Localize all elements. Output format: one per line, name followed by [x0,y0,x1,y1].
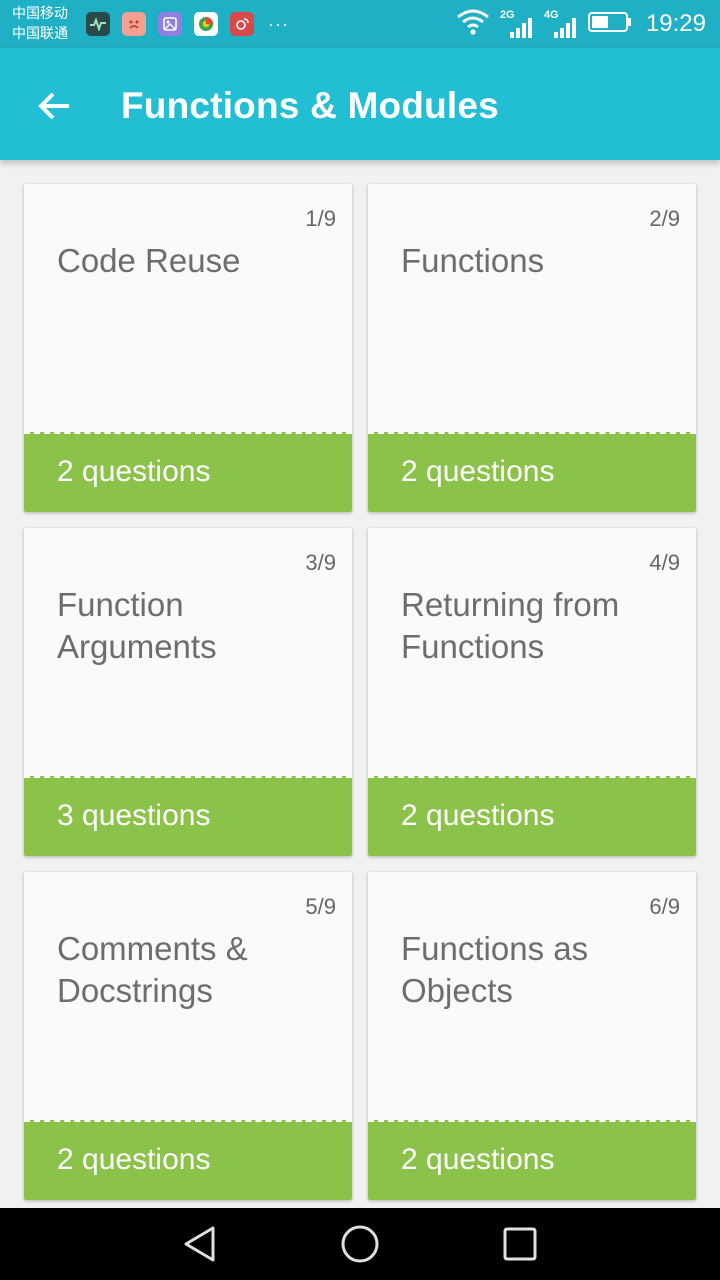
nav-back-button[interactable] [180,1224,220,1264]
back-button[interactable] [30,82,78,130]
lesson-number: 6/9 [649,894,680,919]
carrier-1: 中国移动 [12,6,68,22]
lesson-footer: 2 questions [24,1120,352,1200]
wifi-icon [456,8,490,41]
gallery-app-icon [158,12,182,36]
lesson-card-5[interactable]: 5/9 Comments & Docstrings 2 questions [24,872,352,1200]
signal-2g: 2G [500,9,534,38]
notification-icons: ··· [86,12,289,36]
lesson-footer: 2 questions [368,776,696,856]
question-count: 2 questions [401,455,555,488]
page-title: Functions & Modules [121,85,499,126]
system-indicators: 2G 4G 19:29 [456,6,706,42]
lesson-footer: 2 questions [24,432,352,512]
weibo-app-icon [230,12,254,36]
lesson-number: 3/9 [305,550,336,575]
app-bar: Functions & Modules [0,48,720,160]
clock: 19:29 [645,10,706,37]
question-count: 2 questions [57,455,211,488]
carrier-2: 中国联通 [12,26,68,42]
activity-app-icon [86,12,110,36]
lesson-grid: 1/9 Code Reuse 2 questions 2/9 Functions… [24,184,696,1200]
lesson-card-4[interactable]: 4/9 Returning from Functions 2 questions [368,528,696,856]
lesson-footer: 2 questions [368,432,696,512]
back-triangle-icon [184,1226,215,1262]
nav-home-button[interactable] [340,1224,380,1264]
lesson-card-2[interactable]: 2/9 Functions 2 questions [368,184,696,512]
question-count: 2 questions [401,799,555,832]
question-count: 3 questions [57,799,211,832]
more-notifications-indicator: ··· [268,14,289,34]
signal-bars-icon [553,18,576,38]
lesson-footer: 2 questions [368,1120,696,1200]
lesson-number: 2/9 [649,206,680,231]
sad-face-app-icon [122,12,146,36]
lesson-title: Returning from Functions [401,586,620,665]
browser-app-icon [194,12,218,36]
lesson-footer: 3 questions [24,776,352,856]
lesson-number: 1/9 [305,206,336,231]
signal-bars-icon [509,18,532,38]
lesson-number: 4/9 [649,550,680,575]
arrow-left-icon [38,92,69,120]
lesson-card-1[interactable]: 1/9 Code Reuse 2 questions [24,184,352,512]
lesson-title: Code Reuse [57,242,241,279]
home-circle-icon [341,1225,379,1263]
signal-4g: 4G [544,9,578,38]
recents-square-icon [503,1227,537,1261]
battery-icon [587,11,632,38]
carrier-names: 中国移动 中国联通 [12,4,68,44]
lesson-title: Functions [401,242,545,279]
lesson-number: 5/9 [305,894,336,919]
lesson-title: Comments & Docstrings [57,930,248,1009]
nav-recents-button[interactable] [500,1224,540,1264]
navigation-bar [0,1208,720,1280]
question-count: 2 questions [401,1143,555,1176]
lesson-card-3[interactable]: 3/9 Function Arguments 3 questions [24,528,352,856]
status-bar: 中国移动 中国联通 ··· 2G 4G 19:29 [0,0,720,48]
lesson-title: Functions as Objects [401,930,589,1009]
lesson-card-6[interactable]: 6/9 Functions as Objects 2 questions [368,872,696,1200]
lesson-title: Function Arguments [57,586,217,665]
question-count: 2 questions [57,1143,211,1176]
